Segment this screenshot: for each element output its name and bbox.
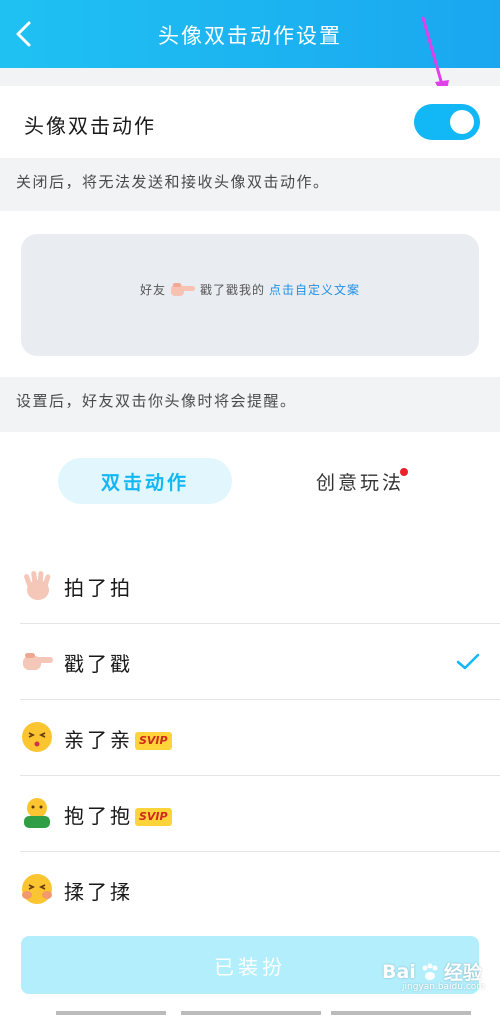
- action-label: 揉了揉: [64, 880, 133, 904]
- preview-prefix: 好友: [139, 282, 166, 297]
- watermark-brand2: 经验: [443, 962, 482, 984]
- preview-note: 设置后，好友双击你头像时将会提醒。: [16, 392, 297, 410]
- action-item-poke[interactable]: 戳了戳: [0, 624, 500, 700]
- toggle-knob: [450, 110, 474, 134]
- action-item-rub[interactable]: 揉了揉: [0, 852, 500, 928]
- new-badge-dot: [400, 468, 408, 476]
- baidu-watermark: Bai 经验 jingyan.baidu.com: [382, 958, 485, 993]
- bottom-indicator: [56, 1011, 500, 1015]
- pointing-finger-icon: [170, 283, 195, 296]
- preview-card[interactable]: 好友 戳了戳我的 点击自定义文案: [21, 234, 479, 356]
- paw-icon: [422, 963, 438, 980]
- tab-creative-play[interactable]: 创意玩法: [300, 458, 420, 504]
- title-bar: 头像双击动作设置: [0, 0, 500, 68]
- tab-creative-play-label: 创意玩法: [315, 471, 404, 494]
- watermark-url: jingyan.baidu.com: [402, 982, 486, 992]
- blush-face-icon: [22, 874, 52, 904]
- action-item-kiss[interactable]: 亲了亲 SVIP: [0, 700, 500, 776]
- double-tap-setting-label: 头像双击动作: [24, 114, 156, 138]
- watermark-brand: Bai: [382, 960, 416, 983]
- svip-badge: SVIP: [135, 808, 172, 826]
- tab-double-tap-action[interactable]: 双击动作: [58, 458, 232, 504]
- svip-badge: SVIP: [135, 732, 172, 750]
- kiss-face-icon: [22, 722, 52, 752]
- action-label: 戳了戳: [64, 652, 133, 676]
- preview-middle: 戳了戳我的: [199, 282, 265, 297]
- hug-face-icon: [24, 798, 50, 828]
- page-title: 头像双击动作设置: [158, 24, 342, 48]
- action-label: 抱了抱: [64, 804, 133, 828]
- action-label: 亲了亲: [64, 728, 133, 752]
- action-item-pat[interactable]: 拍了拍: [0, 548, 500, 624]
- wave-hand-icon: [24, 570, 51, 600]
- action-item-hug[interactable]: 抱了抱 SVIP: [0, 776, 500, 852]
- double-tap-toggle[interactable]: [414, 104, 480, 140]
- preview-text: 好友 戳了戳我的 点击自定义文案: [21, 280, 479, 298]
- checkmark-icon: [456, 653, 480, 670]
- toggle-note: 关闭后，将无法发送和接收头像双击动作。: [16, 173, 330, 191]
- customize-text-link[interactable]: 点击自定义文案: [269, 281, 360, 298]
- action-label: 拍了拍: [64, 576, 133, 600]
- pointing-finger-icon: [23, 653, 53, 670]
